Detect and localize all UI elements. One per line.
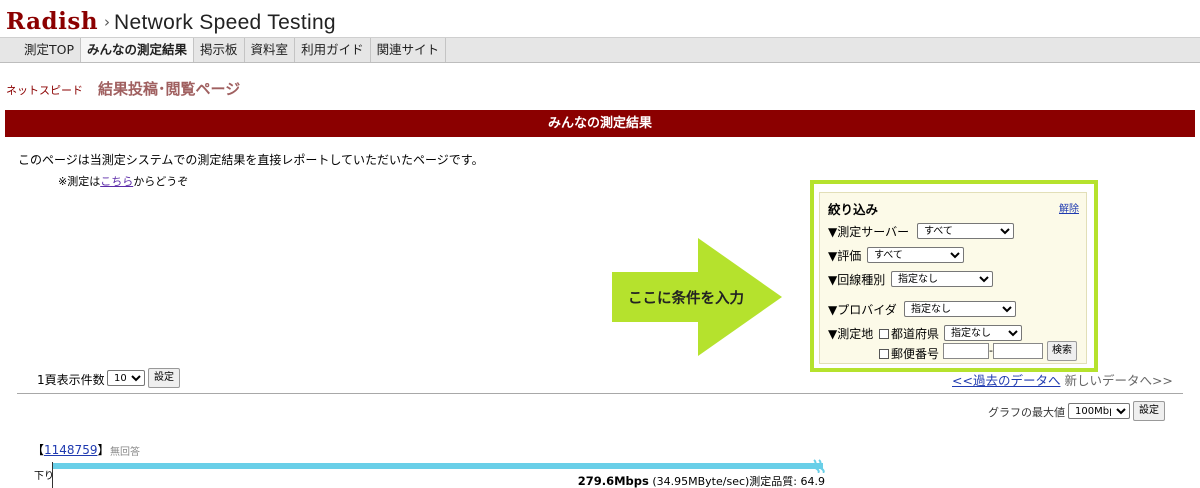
breadcrumb-section[interactable]: ネットスピード xyxy=(6,82,83,98)
filter-title: 絞り込み xyxy=(828,202,879,217)
note-prefix: ※測定は xyxy=(58,175,101,188)
note-suffix: からどうぞ xyxy=(133,175,189,188)
postal-checkbox[interactable] xyxy=(879,349,889,359)
result-id-open: 【 xyxy=(32,443,45,457)
page-title: 結果投稿･閲覧ページ xyxy=(98,80,241,98)
main-nav: 測定TOP みんなの測定結果 掲示板 資料室 利用ガイド 関連サイト xyxy=(0,37,1200,63)
divider xyxy=(17,393,1183,394)
location-label: ▼測定地 xyxy=(828,327,874,341)
per-page-set-button[interactable]: 設定 xyxy=(148,368,180,388)
per-page-select[interactable]: 10 xyxy=(107,370,145,386)
filter-clear-link[interactable]: 解除 xyxy=(1059,200,1079,215)
postal-option[interactable]: 郵便番号 xyxy=(879,345,939,362)
speed-value: 279.6Mbps xyxy=(577,474,649,488)
download-speed-bar xyxy=(53,463,823,469)
postal-code-first[interactable] xyxy=(943,343,989,359)
provider-select[interactable]: 指定なし xyxy=(904,301,1016,317)
line-type-select[interactable]: 指定なし xyxy=(891,271,993,287)
nav-tab-1[interactable]: みんなの測定結果 xyxy=(81,38,195,62)
filter-panel: 絞り込み 解除 ▼測定サーバー すべて ▼評価 すべて ▼回線種別 指定なし ▼… xyxy=(819,192,1087,364)
server-select[interactable]: すべて xyxy=(917,223,1014,239)
prefecture-checkbox[interactable] xyxy=(879,329,889,339)
prefecture-label: 都道府県 xyxy=(891,327,940,341)
nav-tab-4[interactable]: 利用ガイド xyxy=(295,38,371,62)
result-id: 【1148759】 xyxy=(32,441,109,458)
nav-tab-0[interactable]: 測定TOP xyxy=(18,38,82,62)
graph-max-set-button[interactable]: 設定 xyxy=(1133,401,1165,421)
pagination: <<過去のデータへ 新しいデータへ>> xyxy=(952,370,1173,389)
chevron-right-icon: › xyxy=(104,13,111,31)
postal-code-second[interactable] xyxy=(993,343,1043,359)
site-logo[interactable]: Radish › Network Speed Testing xyxy=(6,8,336,36)
intro-text: このページは当測定システムでの測定結果を直接レポートしていただいたページです。 xyxy=(18,153,484,167)
postal-label: 郵便番号 xyxy=(891,347,940,361)
overflow-squiggle-icon xyxy=(813,459,825,473)
result-id-close: 】 xyxy=(97,443,110,457)
measure-link[interactable]: こちら xyxy=(100,175,133,188)
provider-label: ▼プロバイダ xyxy=(828,303,897,317)
prefecture-option[interactable]: 都道府県 xyxy=(879,325,939,342)
nav-tab-2[interactable]: 掲示板 xyxy=(194,38,245,62)
nav-tab-5[interactable]: 関連サイト xyxy=(371,38,447,62)
nav-tab-list: 測定TOP みんなの測定結果 掲示板 資料室 利用ガイド 関連サイト xyxy=(18,38,447,62)
rating-label: ▼評価 xyxy=(828,249,862,263)
result-id-link[interactable]: 1148759 xyxy=(44,443,97,457)
server-label: ▼測定サーバー xyxy=(828,225,910,239)
speed-readout: 279.6Mbps (34.95MByte/sec)測定品質: 64.9 xyxy=(500,473,825,488)
site-title: Network Speed Testing xyxy=(114,11,336,34)
filter-search-button[interactable]: 検索 xyxy=(1047,341,1077,361)
prefecture-select[interactable]: 指定なし xyxy=(944,325,1022,341)
per-page-label: 1頁表示件数 xyxy=(37,373,105,387)
graph-max-label: グラフの最大値 xyxy=(988,406,1065,419)
logo-wordmark: Radish xyxy=(6,8,99,35)
next-data-link: 新しいデータへ>> xyxy=(1064,373,1173,388)
nav-tab-3[interactable]: 資料室 xyxy=(245,38,296,62)
rating-select[interactable]: すべて xyxy=(867,247,964,263)
graph-max-select[interactable]: 100Mbps xyxy=(1068,403,1130,419)
prev-data-link[interactable]: <<過去のデータへ xyxy=(952,373,1060,388)
callout-text: ここに条件を入力 xyxy=(628,291,744,307)
section-banner: みんなの測定結果 xyxy=(5,110,1195,137)
download-label: 下り xyxy=(34,471,54,482)
speed-detail: (34.95MByte/sec)測定品質: 64.9 xyxy=(652,475,825,488)
line-type-label: ▼回線種別 xyxy=(828,273,886,287)
result-status: 無回答 xyxy=(110,447,140,458)
measure-note: ※測定はこちらからどうぞ xyxy=(58,173,188,189)
